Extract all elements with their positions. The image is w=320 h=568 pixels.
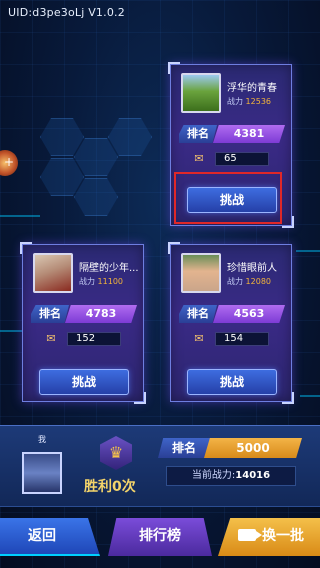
opponent-power: 战力 12080 [227,277,271,286]
my-rank-label: 排名 [158,438,210,458]
challenge-button[interactable]: 挑战 [187,369,277,395]
avatar [181,253,221,293]
thumb-icon: ✉ [46,332,56,345]
thumb-icon: ✉ [194,152,204,165]
video-icon [238,529,262,541]
vote-count: 152 [67,332,121,346]
opponent-power: 战力 12536 [227,97,271,106]
thumb-icon: ✉ [194,332,204,345]
opponent-name: 浮华的青春 [227,83,277,94]
rank-bar: 排名 4381 [179,125,285,143]
opponent-card: 珍惜眼前人 战力 12080 排名 4563 ✉ 154 挑战 [168,242,294,404]
rank-bar: 排名 4563 [179,305,285,323]
uid-version-label: UID:d3pe3oLj V1.0.2 [8,6,125,19]
my-avatar [22,452,62,494]
back-label: 返回 [28,528,56,544]
rank-label: 排名 [31,305,69,323]
my-rank-bar: 排名 5000 [158,438,302,458]
swap-label: 换一批 [262,528,304,544]
leaderboard-label: 排行榜 [139,528,181,544]
back-button[interactable]: 返回 [0,518,100,556]
my-rank-value: 5000 [204,438,302,458]
swap-button[interactable]: 换一批 [218,518,320,556]
vote-count: 65 [215,152,269,166]
highlight-box [174,172,282,224]
avatar [181,73,221,113]
opponent-power: 战力 11100 [79,277,123,286]
rank-label: 排名 [179,305,217,323]
opponent-name: 隔壁的少年... [79,263,139,274]
vote-count: 154 [215,332,269,346]
challenge-button[interactable]: 挑战 [39,369,129,395]
my-power: 当前战力:14016 [166,466,296,486]
avatar [33,253,73,293]
rank-value: 4783 [65,305,137,323]
leaderboard-button[interactable]: 排行榜 [108,518,212,556]
win-count: 胜利0次 [84,479,136,495]
vote-row: ✉ 152 [43,331,123,347]
rank-label: 排名 [179,125,217,143]
opponent-name: 珍惜眼前人 [227,263,277,274]
vote-row: ✉ 65 [191,151,271,167]
rank-value: 4563 [213,305,285,323]
my-label: 我 [38,435,46,444]
rank-bar: 排名 4783 [31,305,137,323]
rank-value: 4381 [213,125,285,143]
vote-row: ✉ 154 [191,331,271,347]
opponent-card: 隔壁的少年... 战力 11100 排名 4783 ✉ 152 挑战 [20,242,146,404]
